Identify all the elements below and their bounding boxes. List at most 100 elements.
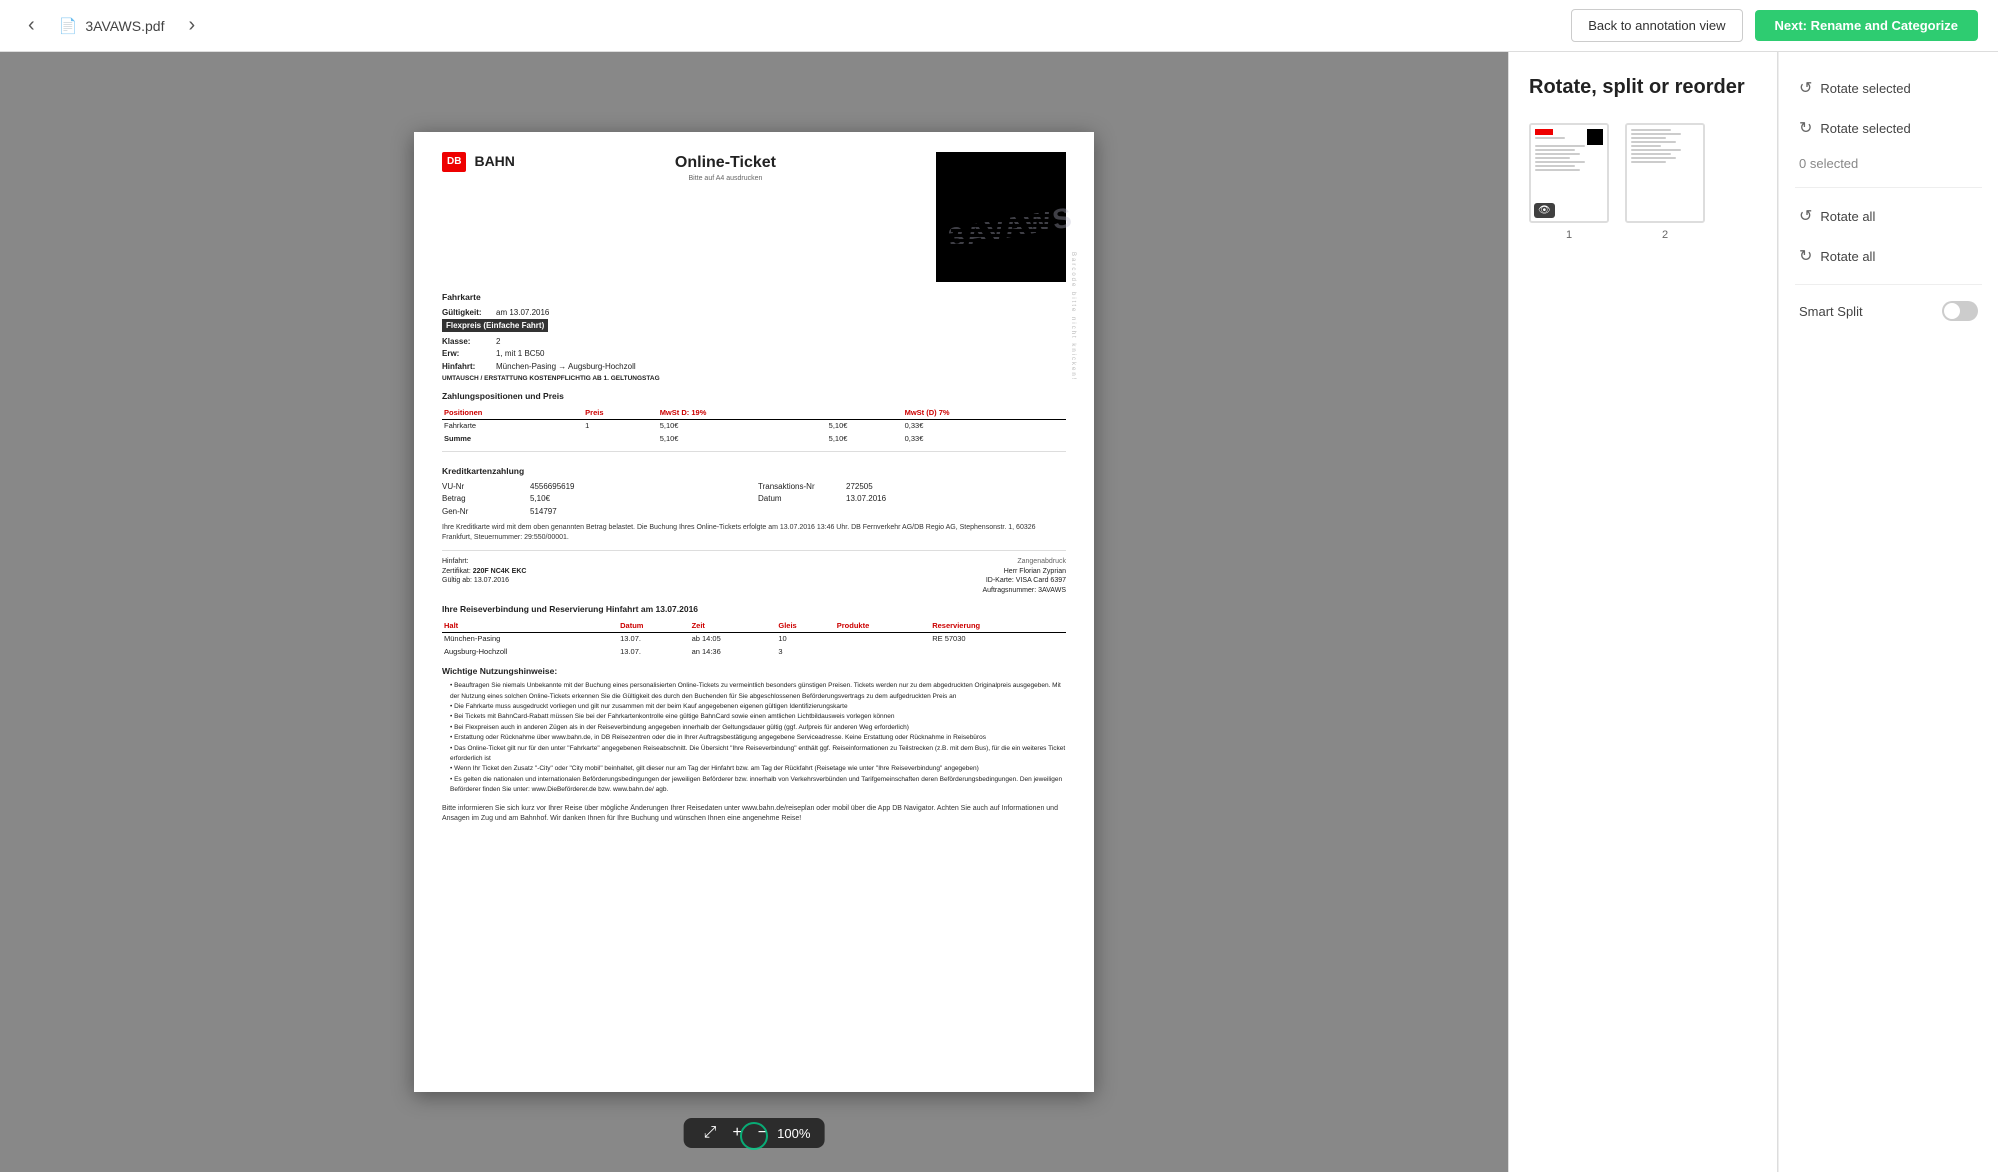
- cell-0-33b: 0,33€: [903, 433, 1066, 446]
- cursor-indicator: [740, 1122, 768, 1150]
- topbar: ‹ 📄 3AVAWS.pdf › Back to annotation view…: [0, 0, 1998, 52]
- cell-date2: 13.07.: [618, 646, 689, 659]
- cell-augsburg: Augsburg-Hochzoll: [442, 646, 618, 659]
- cert-details: Hinfahrt: Zertifikat: 220F NC4K EKC Gült…: [442, 557, 526, 596]
- bullet-4: • Bei Flexpreisen auch in anderen Zügen …: [450, 723, 1066, 733]
- bullet-list: • Beauftragen Sie niemals Unbekannte mit…: [442, 681, 1066, 795]
- bullet-3: • Bei Tickets mit BahnCard-Rabatt müssen…: [450, 712, 1066, 722]
- prev-button[interactable]: ‹: [20, 10, 43, 41]
- thumb-number-1: 1: [1566, 229, 1572, 241]
- next-rename-button[interactable]: Next: Rename and Categorize: [1755, 10, 1979, 41]
- col-produkte: Produkte: [835, 620, 930, 633]
- bullet-2: • Die Fahrkarte muss ausgedruckt vorlieg…: [450, 702, 1066, 712]
- gen-nr-value: 514797: [530, 506, 750, 517]
- kreditkarte-text: Ihre Kreditkarte wird mit dem oben genan…: [442, 523, 1066, 544]
- next-nav-button[interactable]: ›: [180, 10, 203, 41]
- datum-label: Datum: [758, 493, 838, 504]
- rotate-all-ccw-label: Rotate all: [1820, 209, 1875, 224]
- col-reservierung: Reservierung: [930, 620, 1066, 633]
- klasse-label: Klasse:: [442, 336, 492, 347]
- bullet-1: • Beauftragen Sie niemals Unbekannte mit…: [450, 681, 1066, 702]
- qr-inner: [951, 167, 981, 197]
- nav-arrows: ‹ 📄 3AVAWS.pdf ›: [20, 10, 203, 41]
- col-gleis: Gleis: [776, 620, 834, 633]
- erw-value: 1, mit 1 BC50: [496, 348, 544, 359]
- panel-title: Rotate, split or reorder: [1529, 76, 1757, 99]
- selected-count: 0 selected: [1795, 152, 1982, 175]
- cell-prod1: [835, 633, 930, 646]
- divider-2: [1795, 284, 1982, 285]
- payments-table: Positionen Preis MwSt D: 19% MwSt (D) 7%…: [442, 407, 1066, 446]
- cell-time2: an 14:36: [690, 646, 777, 659]
- thumb-number-2: 2: [1662, 229, 1668, 241]
- erw-label: Erw:: [442, 348, 492, 359]
- klasse-value: 2: [496, 336, 500, 347]
- cell-reserv1: RE 57030: [930, 633, 1066, 646]
- cell-1: 1: [583, 420, 658, 433]
- zahlungspos-title: Zahlungspositionen und Preis: [442, 391, 1066, 403]
- cell-5-10c: 5,10€: [658, 433, 827, 446]
- cell-5-10d: 5,10€: [827, 433, 903, 446]
- topbar-actions: Back to annotation view Next: Rename and…: [1571, 9, 1978, 42]
- thumb-wrap-1: 👁: [1529, 123, 1609, 223]
- thumbnail-1[interactable]: 👁 1: [1529, 123, 1609, 241]
- smart-split-toggle[interactable]: [1942, 301, 1978, 321]
- rotate-all-cw-icon: ↻: [1799, 246, 1812, 266]
- cell-date1: 13.07.: [618, 633, 689, 646]
- col-mwstd7: MwSt (D) 7%: [903, 407, 1066, 420]
- pdf-icon: 📄: [59, 17, 78, 35]
- col-mwst7: [827, 407, 903, 420]
- bahn-label: BAHN: [474, 152, 514, 172]
- rotate-ccw-selected-button[interactable]: ↺ Rotate selected: [1795, 72, 1982, 104]
- rotate-all-cw-button[interactable]: ↻ Rotate all: [1795, 240, 1982, 272]
- payment-details: VU-Nr 4556695619 Transaktions-Nr 272505 …: [442, 481, 1066, 517]
- cell-gleis2: 3: [776, 646, 834, 659]
- erw-row: Erw: 1, mit 1 BC50: [442, 348, 1066, 359]
- datum-value: 13.07.2016: [846, 493, 1066, 504]
- db-logo-area: DB BAHN: [442, 152, 515, 172]
- cell-fahrkarte: Fahrkarte: [442, 420, 583, 433]
- bullet-7: • Wenn Ihr Ticket den Zusatz "-City" ode…: [450, 764, 1066, 774]
- smart-split-row: Smart Split: [1795, 297, 1982, 325]
- rotate-all-ccw-button[interactable]: ↺ Rotate all: [1795, 200, 1982, 232]
- rotate-ccw-icon: ↺: [1799, 78, 1812, 98]
- vnu-value: 4556695619: [530, 481, 750, 492]
- table-row: Fahrkarte 1 5,10€ 5,10€ 0,33€: [442, 420, 1066, 433]
- zoom-level: 100%: [777, 1126, 810, 1141]
- hinfahrt-value: München-Pasing → Augsburg-Hochzoll: [496, 361, 636, 372]
- right-panel: Rotate, split or reorder: [1508, 52, 1998, 1172]
- rotate-cw-selected-label: Rotate selected: [1820, 121, 1910, 136]
- back-to-annotation-button[interactable]: Back to annotation view: [1571, 9, 1742, 42]
- rotate-cw-selected-button[interactable]: ↻ Rotate selected: [1795, 112, 1982, 144]
- cell-gleis1: 10: [776, 633, 834, 646]
- db-badge: DB: [442, 152, 466, 172]
- cell-prod2: [835, 646, 930, 659]
- main-content: 3AVAWS Barcode bitte nicht knicken! DB B…: [0, 52, 1998, 1172]
- col-halt: Halt: [442, 620, 618, 633]
- col-positionen: Positionen: [442, 407, 583, 420]
- cell-reserv2: [930, 646, 1066, 659]
- person-name: Herr Florian Zyprian: [982, 567, 1066, 577]
- cell-summe: Summe: [442, 433, 583, 446]
- payment-section: Kreditkartenzahlung VU-Nr 4556695619 Tra…: [442, 451, 1066, 543]
- bullet-5: • Erstattung oder Rücknahme über www.bah…: [450, 733, 1066, 743]
- transaktions-value: 272505: [846, 481, 1066, 492]
- gueltigkeit-row: Gültigkeit: am 13.07.2016: [442, 307, 1066, 318]
- ticket-title-area: Online-Ticket Bitte auf A4 ausdrucken: [675, 152, 776, 184]
- col-preis: Preis: [583, 407, 658, 420]
- person-details: Zangenabdruck Herr Florian Zyprian ID-Ka…: [982, 557, 1066, 596]
- table-row: München-Pasing 13.07. ab 14:05 10 RE 570…: [442, 633, 1066, 646]
- id-row: ID-Karte: VISA Card 6397: [982, 576, 1066, 586]
- eye-icon: 👁: [1534, 203, 1555, 218]
- table-row: Summe 5,10€ 5,10€ 0,33€: [442, 433, 1066, 446]
- qr-code: [936, 152, 1066, 282]
- cell-0-33: 0,33€: [903, 420, 1066, 433]
- hinfahrt-label: Hinfahrt:: [442, 361, 492, 372]
- document-content: DB BAHN Online-Ticket Bitte auf A4 ausdr…: [414, 132, 1094, 845]
- cert-section: Hinfahrt: Zertifikat: 220F NC4K EKC Gült…: [442, 550, 1066, 596]
- thumbnail-2[interactable]: 2: [1625, 123, 1705, 241]
- cert-hinfahrt: Hinfahrt:: [442, 557, 526, 567]
- expand-button[interactable]: ⤢: [698, 1124, 723, 1142]
- document-viewer: 3AVAWS Barcode bitte nicht knicken! DB B…: [0, 52, 1508, 1172]
- klasse-row: Klasse: 2: [442, 336, 1066, 347]
